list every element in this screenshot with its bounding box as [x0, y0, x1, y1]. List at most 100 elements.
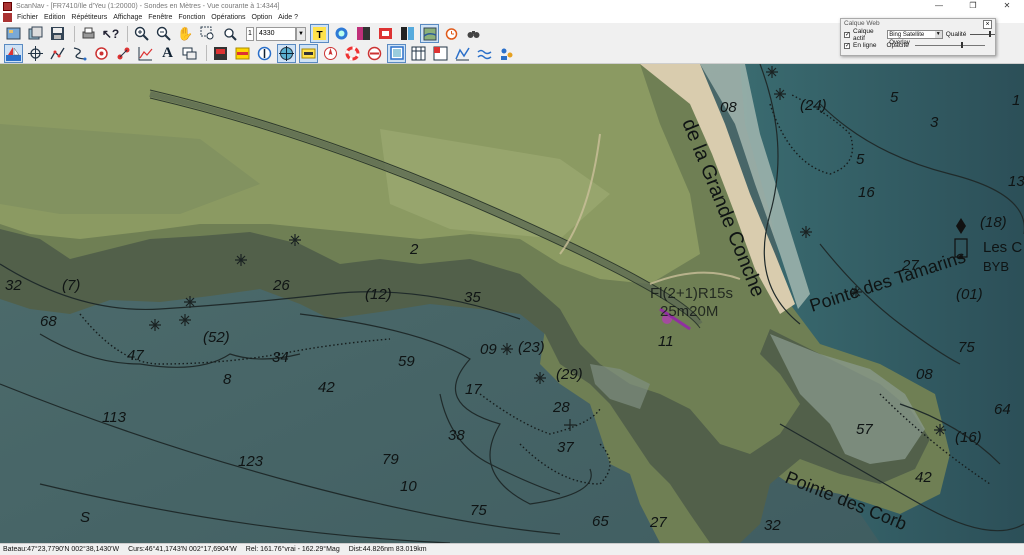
menu-edition[interactable]: Edition — [44, 14, 65, 21]
maximize-button[interactable]: ❐ — [956, 0, 990, 12]
title-bar: ScanNav - [FR7410/Ile d'Yeu (1:20000) - … — [0, 0, 1024, 12]
scale-lock-checkbox[interactable]: 1 — [246, 26, 254, 41]
graph-icon[interactable] — [136, 44, 155, 63]
alarm-clock-icon[interactable] — [442, 24, 461, 43]
label-byb: BYB — [983, 259, 1009, 274]
sounding: 37 — [557, 439, 574, 456]
sounding: 10 — [400, 478, 417, 495]
track-icon[interactable] — [70, 44, 89, 63]
sounding: (24) — [800, 97, 827, 114]
sounding: 47 — [127, 347, 144, 364]
settings-people-icon[interactable] — [497, 44, 516, 63]
gps-data-icon[interactable] — [299, 43, 318, 63]
layer-source-select[interactable]: Bing Satellite Overlay ▼ — [887, 30, 943, 46]
menu-fonction[interactable]: Fonction — [178, 14, 205, 21]
window-title: ScanNav - [FR7410/Ile d'Yeu (1:20000) - … — [16, 2, 280, 10]
menu-option[interactable]: Option — [252, 14, 273, 21]
windows-icon[interactable] — [180, 44, 199, 63]
menu-fichier[interactable]: Fichier — [17, 14, 38, 21]
save-icon[interactable] — [48, 24, 67, 43]
wave-icon[interactable] — [475, 44, 494, 63]
sounding: 11 — [658, 333, 674, 350]
route-icon[interactable] — [48, 44, 67, 63]
sounding: 123 — [238, 453, 264, 470]
menu-affichage[interactable]: Affichage — [113, 14, 142, 21]
status-bar: Bateau:47°23,7790'N 002°38,1430'W Curs:4… — [0, 543, 1024, 555]
sounding: 113 — [102, 409, 127, 426]
binoculars-icon[interactable] — [464, 24, 483, 43]
info-icon[interactable] — [332, 24, 351, 43]
menu-fenetre[interactable]: Fenêtre — [148, 14, 172, 21]
text-tool-icon[interactable]: A — [158, 44, 177, 63]
zoom-previous-icon[interactable] — [220, 24, 239, 43]
position-target-icon[interactable] — [277, 43, 296, 63]
sounding: 79 — [382, 451, 399, 468]
scale-dropdown-icon[interactable]: ▼ — [296, 26, 306, 41]
status-boat-position: Bateau:47°23,7790'N 002°38,1430'W — [3, 546, 120, 553]
sounding: 64 — [994, 401, 1011, 418]
terrain-icon[interactable] — [453, 44, 472, 63]
active-layer-checkbox[interactable]: ✓ — [844, 31, 850, 38]
document-icon[interactable] — [3, 13, 12, 22]
crosshair-icon[interactable] — [26, 44, 45, 63]
label-les-c: Les C — [983, 239, 1022, 256]
chart-grid-icon[interactable] — [431, 44, 450, 63]
sounding: 28 — [552, 399, 570, 416]
north-arrow-icon[interactable] — [321, 44, 340, 63]
chart-catalog-icon[interactable] — [4, 24, 23, 43]
zoom-in-icon[interactable] — [132, 24, 151, 43]
menu-operations[interactable]: Opérations — [211, 14, 245, 21]
north-up-icon[interactable]: T — [310, 24, 329, 43]
label-light-characteristic: Fl(2+1)R15s — [650, 285, 733, 302]
chart-view[interactable]: de la Grande Conche Pointe des Tamarins … — [0, 64, 1024, 543]
pan-hand-icon[interactable]: ✋ — [176, 24, 195, 43]
sounding: (23) — [518, 339, 545, 356]
status-cursor-position: Curs:46°41,1743'N 002°17,6904'W — [128, 546, 237, 553]
quality-slider[interactable] — [970, 31, 995, 37]
status-relative-bearing: Rel: 161.76°vrai - 162.29°Mag — [245, 546, 340, 553]
panel-close-button[interactable]: × — [983, 20, 992, 29]
web-layer-icon[interactable] — [420, 24, 439, 43]
sounding: 75 — [470, 502, 487, 519]
opacity-slider[interactable] — [914, 42, 985, 48]
open-chart-icon[interactable] — [26, 24, 45, 43]
compass-icon[interactable] — [255, 44, 274, 63]
zoom-out-icon[interactable] — [154, 24, 173, 43]
online-checkbox[interactable]: ✓ — [844, 42, 850, 49]
sounding: 42 — [915, 469, 932, 486]
anchor-alarm-icon[interactable] — [365, 44, 384, 63]
sounding: 13 — [1008, 173, 1024, 190]
layers-icon[interactable] — [398, 24, 417, 43]
help-pointer-icon[interactable]: ↖? — [101, 24, 120, 43]
sounding: 2 — [409, 241, 419, 258]
minimize-button[interactable]: — — [922, 0, 956, 12]
grid-icon[interactable] — [409, 44, 428, 63]
sounding: 38 — [448, 427, 465, 444]
sounding: 16 — [858, 184, 875, 201]
sounding: (16) — [955, 429, 982, 446]
display-mode-icon[interactable] — [376, 24, 395, 43]
mark-icon[interactable] — [92, 44, 111, 63]
instruments-icon[interactable] — [211, 44, 230, 63]
print-icon[interactable] — [79, 24, 98, 43]
scale-input[interactable]: 4330 — [256, 26, 296, 41]
sounding: 35 — [464, 289, 481, 306]
tide-icon[interactable] — [233, 44, 252, 63]
menu-aide[interactable]: Aide ? — [278, 14, 298, 21]
lifebuoy-icon[interactable] — [343, 44, 362, 63]
night-mode-icon[interactable] — [354, 24, 373, 43]
zoom-window-icon[interactable] — [198, 24, 217, 43]
close-button[interactable]: ✕ — [990, 0, 1024, 12]
waypoint-icon[interactable] — [114, 44, 133, 63]
quality-label: Qualité — [945, 31, 967, 38]
chart-display-icon[interactable] — [387, 43, 406, 63]
sounding: 3 — [930, 114, 939, 131]
sounding: 75 — [958, 339, 975, 356]
boat-icon[interactable] — [4, 43, 23, 63]
menu-repetiteurs[interactable]: Répétiteurs — [71, 14, 107, 21]
sounding: 8 — [223, 371, 232, 388]
sounding: 34 — [272, 349, 289, 366]
chevron-down-icon: ▼ — [934, 31, 942, 38]
sounding: (18) — [980, 214, 1007, 231]
app-icon — [3, 1, 12, 11]
